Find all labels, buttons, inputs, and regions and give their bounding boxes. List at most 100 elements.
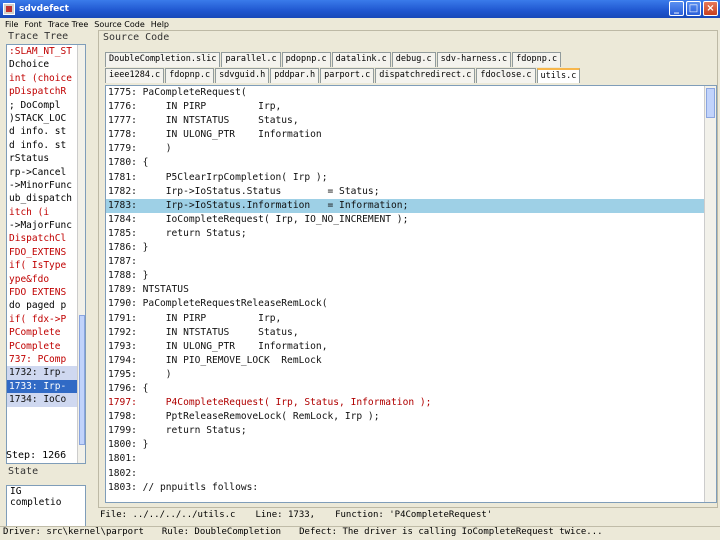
tab-dispatchredirect-c[interactable]: dispatchredirect.c bbox=[375, 68, 476, 83]
code-line[interactable]: 1791: IN PIRP Irp, bbox=[106, 312, 716, 326]
code-line[interactable]: 1778: IN ULONG_PTR Information bbox=[106, 128, 716, 142]
trace-tree-list: :SLAM_NT_ST Dchoice int (choice pDispatchR;… bbox=[7, 45, 79, 463]
code-line[interactable]: 1775: PaCompleteRequest( bbox=[106, 86, 716, 100]
code-line[interactable]: 1801: bbox=[106, 452, 716, 466]
trace-tree-scrollbar[interactable] bbox=[77, 45, 85, 463]
menu-trace-tree[interactable]: Trace Tree bbox=[48, 20, 88, 29]
menu-help[interactable]: Help bbox=[151, 20, 169, 29]
code-scroll-thumb[interactable] bbox=[706, 88, 715, 118]
code-line[interactable]: 1783: Irp->IoStatus.Information = Inform… bbox=[106, 198, 716, 213]
info-file: File: ../../../../utils.c bbox=[100, 510, 236, 520]
tabs-row-1: DoubleCompletion.slic parallel.c pdopnp.c d… bbox=[105, 52, 562, 67]
tab-fdoclose-c[interactable]: fdoclose.c bbox=[476, 68, 536, 83]
status-rule: Rule: DoubleCompletion bbox=[161, 527, 282, 537]
trace-tree-item[interactable]: if( IsType bbox=[7, 259, 79, 272]
tab-pddpar-h[interactable]: pddpar.h bbox=[270, 68, 320, 83]
trace-tree-item[interactable]: ->MajorFunc bbox=[7, 219, 79, 232]
code-line[interactable]: 1799: return Status; bbox=[106, 424, 716, 438]
tab-debug-c[interactable]: debug.c bbox=[391, 52, 436, 67]
trace-tree-item[interactable]: PComplete bbox=[7, 326, 79, 339]
code-line[interactable]: 1792: IN NTSTATUS Status, bbox=[106, 326, 716, 340]
code-line[interactable]: 1788: } bbox=[106, 269, 716, 283]
trace-tree-item[interactable]: :SLAM_NT_ST bbox=[7, 45, 79, 58]
trace-tree-item[interactable]: ->MinorFunc bbox=[7, 179, 79, 192]
trace-tree-item[interactable]: d info. st bbox=[7, 125, 79, 138]
code-line[interactable]: 1776: IN PIRP Irp, bbox=[106, 100, 716, 114]
maximize-button[interactable]: □ bbox=[686, 1, 701, 16]
trace-tree-item[interactable]: Dchoice bbox=[7, 58, 79, 71]
trace-tree-item[interactable]: )STACK_LOC bbox=[7, 112, 79, 125]
menu-source-code[interactable]: Source Code bbox=[94, 20, 145, 29]
status-bar: Driver: src\kernel\parport Rule: DoubleC… bbox=[0, 526, 720, 540]
code-lines: 1775: PaCompleteRequest(1776: IN PIRP Ir… bbox=[106, 86, 716, 495]
info-bar: File: ../../../../utils.c Line: 1733, Fu… bbox=[100, 510, 718, 522]
trace-tree-scroll-thumb[interactable] bbox=[79, 315, 85, 445]
trace-tree-item[interactable]: 1734: IoCo bbox=[7, 393, 79, 407]
trace-tree-item[interactable]: rStatus bbox=[7, 152, 79, 165]
code-line[interactable]: 1796: { bbox=[106, 382, 716, 396]
code-line[interactable]: 1785: return Status; bbox=[106, 227, 716, 241]
menu-file[interactable]: File bbox=[5, 20, 18, 29]
state-line: IG bbox=[10, 486, 22, 497]
tab-fdopnp-c[interactable]: fdopnp.c bbox=[512, 52, 562, 67]
trace-tree-item[interactable]: 1733: Irp- bbox=[7, 379, 79, 394]
code-line[interactable]: 1781: P5ClearIrpCompletion( Irp ); bbox=[106, 171, 716, 185]
trace-tree-item[interactable]: ; DoCompl bbox=[7, 99, 79, 112]
code-line[interactable]: 1793: IN ULONG_PTR Information, bbox=[106, 340, 716, 354]
code-line[interactable]: 1803: // pnpuitls follows: bbox=[106, 481, 716, 495]
trace-tree-item[interactable]: do paged p bbox=[7, 299, 79, 312]
trace-tree-item[interactable]: DispatchCl bbox=[7, 232, 79, 245]
code-editor[interactable]: 1775: PaCompleteRequest(1776: IN PIRP Ir… bbox=[105, 85, 717, 503]
trace-tree-item[interactable]: ub_dispatch bbox=[7, 192, 79, 205]
code-line[interactable]: 1780: { bbox=[106, 156, 716, 170]
trace-tree-item[interactable]: if( fdx->P bbox=[7, 313, 79, 326]
code-line[interactable]: 1787: bbox=[106, 255, 716, 269]
menu-font[interactable]: Font bbox=[24, 20, 41, 29]
code-line[interactable]: 1786: } bbox=[106, 241, 716, 255]
close-button[interactable]: × bbox=[703, 1, 718, 16]
trace-tree-item[interactable]: rp->Cancel bbox=[7, 166, 79, 179]
code-line[interactable]: 1802: bbox=[106, 467, 716, 481]
source-code-group: Source Code DoubleCompletion.slic paralle… bbox=[98, 30, 718, 508]
code-scrollbar[interactable] bbox=[704, 86, 716, 502]
app-icon bbox=[3, 3, 15, 15]
status-defect: Defect: The driver is calling IoComplete… bbox=[299, 527, 603, 537]
tab-doublecompletion-slic[interactable]: DoubleCompletion.slic bbox=[105, 52, 221, 67]
code-line[interactable]: 1800: } bbox=[106, 438, 716, 452]
trace-tree-item[interactable]: PComplete bbox=[7, 340, 79, 353]
trace-tree-item[interactable]: 737: PComp bbox=[7, 353, 79, 366]
tab-ieee1284-c[interactable]: ieee1284.c bbox=[105, 68, 165, 83]
minimize-button[interactable]: _ bbox=[669, 1, 684, 16]
code-line[interactable]: 1798: PptReleaseRemoveLock( RemLock, Irp… bbox=[106, 410, 716, 424]
trace-tree-item[interactable]: FDO EXTENS bbox=[7, 286, 79, 299]
code-line[interactable]: 1795: ) bbox=[106, 368, 716, 382]
code-line[interactable]: 1789: NTSTATUS bbox=[106, 283, 716, 297]
tab-fdopnp-c[interactable]: fdopnp.c bbox=[165, 68, 215, 83]
tab-parport-c[interactable]: parport.c bbox=[320, 68, 375, 83]
tab-sdv-harness-c[interactable]: sdv-harness.c bbox=[436, 52, 512, 67]
tab-datalink-c[interactable]: datalink.c bbox=[331, 52, 391, 67]
step-label: Step: 1266 bbox=[6, 450, 67, 461]
code-line[interactable]: 1790: PaCompleteRequestReleaseRemLock( bbox=[106, 297, 716, 311]
trace-tree-item[interactable]: itch (i bbox=[7, 206, 79, 219]
tab-sdvguid-h[interactable]: sdvguid.h bbox=[215, 68, 270, 83]
trace-tree-item[interactable]: FDO_EXTENS bbox=[7, 246, 79, 259]
code-line[interactable]: 1782: Irp->IoStatus.Status = Status; bbox=[106, 185, 716, 199]
tab-parallel-c[interactable]: parallel.c bbox=[221, 52, 281, 67]
state-box: IG completio bbox=[6, 485, 86, 527]
trace-tree: :SLAM_NT_ST Dchoice int (choice pDispatchR;… bbox=[6, 44, 86, 464]
code-line[interactable]: 1784: IoCompleteRequest( Irp, IO_NO_INCR… bbox=[106, 213, 716, 227]
tab-utils-c[interactable]: utils.c bbox=[536, 68, 581, 83]
code-line[interactable]: 1779: ) bbox=[106, 142, 716, 156]
trace-tree-item[interactable]: 1732: Irp- bbox=[7, 366, 79, 380]
trace-tree-item[interactable]: int (choice bbox=[7, 72, 79, 85]
trace-tree-item[interactable]: d info. st bbox=[7, 139, 79, 152]
tab-pdopnp-c[interactable]: pdopnp.c bbox=[281, 52, 331, 67]
code-line[interactable]: 1794: IN PIO_REMOVE_LOCK RemLock bbox=[106, 354, 716, 368]
trace-tree-label: Trace Tree bbox=[8, 31, 69, 42]
left-pane: Trace Tree :SLAM_NT_ST Dchoice int (choice… bbox=[0, 30, 96, 528]
code-line[interactable]: 1797: P4CompleteRequest( Irp, Status, In… bbox=[106, 396, 716, 410]
trace-tree-item[interactable]: pDispatchR bbox=[7, 85, 79, 98]
code-line[interactable]: 1777: IN NTSTATUS Status, bbox=[106, 114, 716, 128]
trace-tree-item[interactable]: ype&fdo bbox=[7, 273, 79, 286]
